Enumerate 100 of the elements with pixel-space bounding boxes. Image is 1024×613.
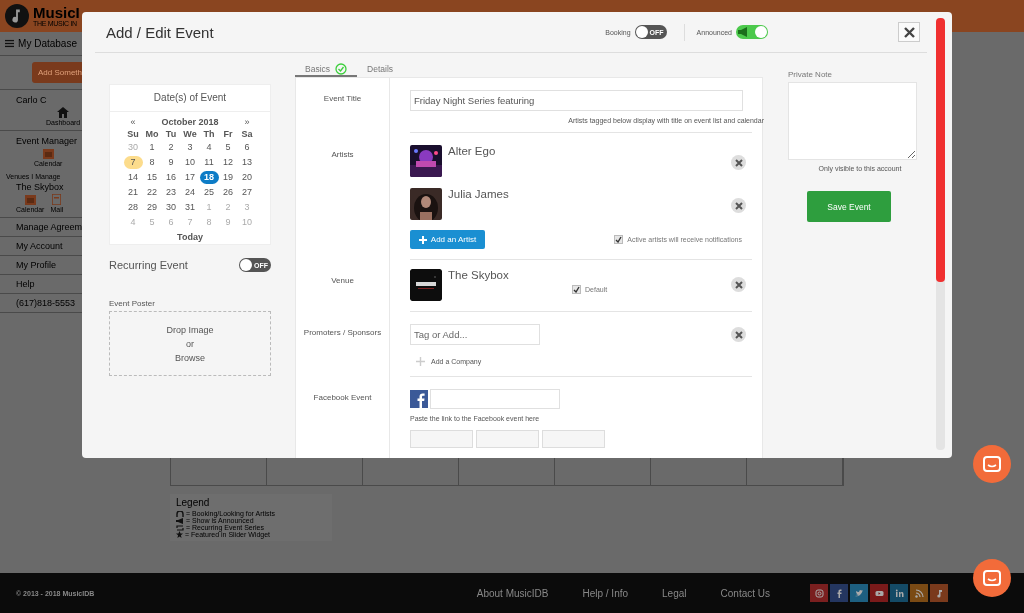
calendar-day[interactable]: 11	[199, 156, 219, 169]
footer-link[interactable]: About MusicIDB	[476, 587, 549, 599]
calendar-day[interactable]: 20	[237, 171, 257, 184]
calendar-day[interactable]: 23	[161, 186, 181, 199]
footer-link[interactable]: Help / Info	[582, 587, 629, 599]
weekday-label: Th	[202, 129, 216, 139]
user-name: Carlo C	[16, 95, 48, 105]
calendar-day[interactable]: 6	[237, 141, 257, 154]
home-icon	[57, 107, 70, 118]
announced-toggle[interactable]	[736, 25, 768, 39]
field-label: Event Poster	[109, 299, 156, 308]
close-icon	[903, 26, 915, 38]
logo-text: MusicI	[33, 5, 80, 20]
drop-zone-text: or	[186, 338, 194, 349]
weekday-label: Su	[126, 129, 140, 139]
plus-icon	[416, 357, 425, 366]
menu-label[interactable]: My Database	[18, 38, 77, 49]
calendar-day[interactable]: 26	[218, 186, 238, 199]
calendar-day[interactable]: 12	[218, 156, 238, 169]
close-icon	[734, 158, 743, 167]
calendar-day[interactable]: 21	[123, 186, 143, 199]
weekday-label: Sa	[240, 129, 254, 139]
calendar-day[interactable]: 19	[218, 171, 238, 184]
plus-icon	[418, 235, 427, 244]
field-label: Promoters / Sponsors	[302, 327, 383, 339]
remove-button[interactable]	[731, 277, 746, 292]
next-month-button[interactable]: »	[237, 117, 257, 127]
remove-button[interactable]	[731, 198, 746, 213]
artist-name: Julia James	[448, 188, 509, 200]
calendar-day[interactable]: 27	[237, 186, 257, 199]
footer-link[interactable]: Contact Us	[720, 587, 770, 599]
facebook-link-field[interactable]	[430, 389, 560, 409]
calendar-day[interactable]: 18	[199, 171, 219, 184]
checkbox[interactable]	[614, 235, 624, 244]
music-note-icon	[5, 4, 29, 28]
calendar-day[interactable]: 9	[161, 156, 181, 169]
calendar-heading: Date(s) of Event	[110, 85, 270, 112]
chat-icon	[983, 456, 1001, 472]
add-artist-button[interactable]: Add an Artist	[410, 230, 485, 249]
image-drop-zone[interactable]: Drop Image or Browse	[109, 311, 271, 376]
calendar-day[interactable]: 8	[142, 156, 162, 169]
megaphone-icon	[176, 517, 184, 524]
rss-icon[interactable]	[910, 584, 928, 602]
calendar-day[interactable]: 16	[161, 171, 181, 184]
tab[interactable]: Details	[357, 63, 404, 77]
facebook-icon[interactable]	[830, 584, 848, 602]
calendar-day[interactable]: 4	[199, 141, 219, 154]
calendar-day[interactable]: 10	[180, 156, 200, 169]
calendar-day[interactable]: 30	[161, 201, 181, 214]
calendar-day[interactable]: 7	[123, 156, 143, 169]
weekday-label: We	[182, 129, 198, 139]
field-label: Facebook Event	[312, 392, 373, 404]
checkbox[interactable]	[572, 285, 581, 294]
artist-name: Alter Ego	[448, 145, 496, 157]
chat-button[interactable]	[973, 559, 1011, 597]
scrollbar-thumb[interactable]	[936, 18, 945, 282]
field-label: Artists	[330, 149, 355, 161]
calendar-day[interactable]: 15	[142, 171, 162, 184]
weekday-label: Mo	[144, 129, 160, 139]
twitter-icon[interactable]	[850, 584, 868, 602]
calendar-day[interactable]: 29	[142, 201, 162, 214]
footer-link[interactable]: Legal	[662, 587, 687, 599]
calendar-day[interactable]: 5	[218, 141, 238, 154]
select-field[interactable]	[476, 430, 539, 448]
calendar-day[interactable]: 13	[237, 156, 257, 169]
calendar-icon	[42, 148, 54, 159]
music-note-icon[interactable]	[930, 584, 948, 602]
toggle-label: Recurring Event	[109, 259, 188, 271]
youtube-icon[interactable]	[870, 584, 888, 602]
previous-month-button[interactable]: «	[123, 117, 143, 127]
calendar-day[interactable]: 1	[142, 141, 162, 154]
remove-button[interactable]	[731, 327, 746, 342]
promoter-field[interactable]: Tag or Add...	[410, 324, 540, 345]
instagram-icon[interactable]	[810, 584, 828, 602]
menu-icon[interactable]	[5, 38, 15, 49]
today-button[interactable]: Today	[123, 232, 257, 242]
calendar-day[interactable]: 2	[161, 141, 181, 154]
select-field[interactable]	[410, 430, 473, 448]
close-icon	[734, 330, 743, 339]
calendar-day[interactable]: 14	[123, 171, 143, 184]
scrollbar-track[interactable]	[936, 18, 945, 450]
dialog-title: Add / Edit Event	[106, 23, 214, 41]
close-button[interactable]	[898, 22, 920, 42]
calendar-day[interactable]: 28	[123, 201, 143, 214]
remove-button[interactable]	[731, 155, 746, 170]
megaphone-icon	[737, 27, 749, 37]
calendar-day[interactable]: 25	[199, 186, 219, 199]
add-button[interactable]: Add Someth	[32, 62, 82, 83]
calendar-day[interactable]: 17	[180, 171, 200, 184]
calendar-day[interactable]: 24	[180, 186, 200, 199]
calendar-day[interactable]: 31	[180, 201, 200, 214]
section-title: Event Manager	[16, 136, 79, 146]
calendar-day[interactable]: 22	[142, 186, 162, 199]
linkedin-icon[interactable]	[890, 584, 908, 602]
event-title-field[interactable]: Friday Night Series featuring	[410, 90, 743, 111]
month-label[interactable]: October 2018	[142, 117, 238, 127]
private-note-field[interactable]	[788, 82, 917, 160]
select-field[interactable]	[542, 430, 605, 448]
weekday-label: Tu	[164, 129, 178, 139]
calendar-day[interactable]: 3	[180, 141, 200, 154]
